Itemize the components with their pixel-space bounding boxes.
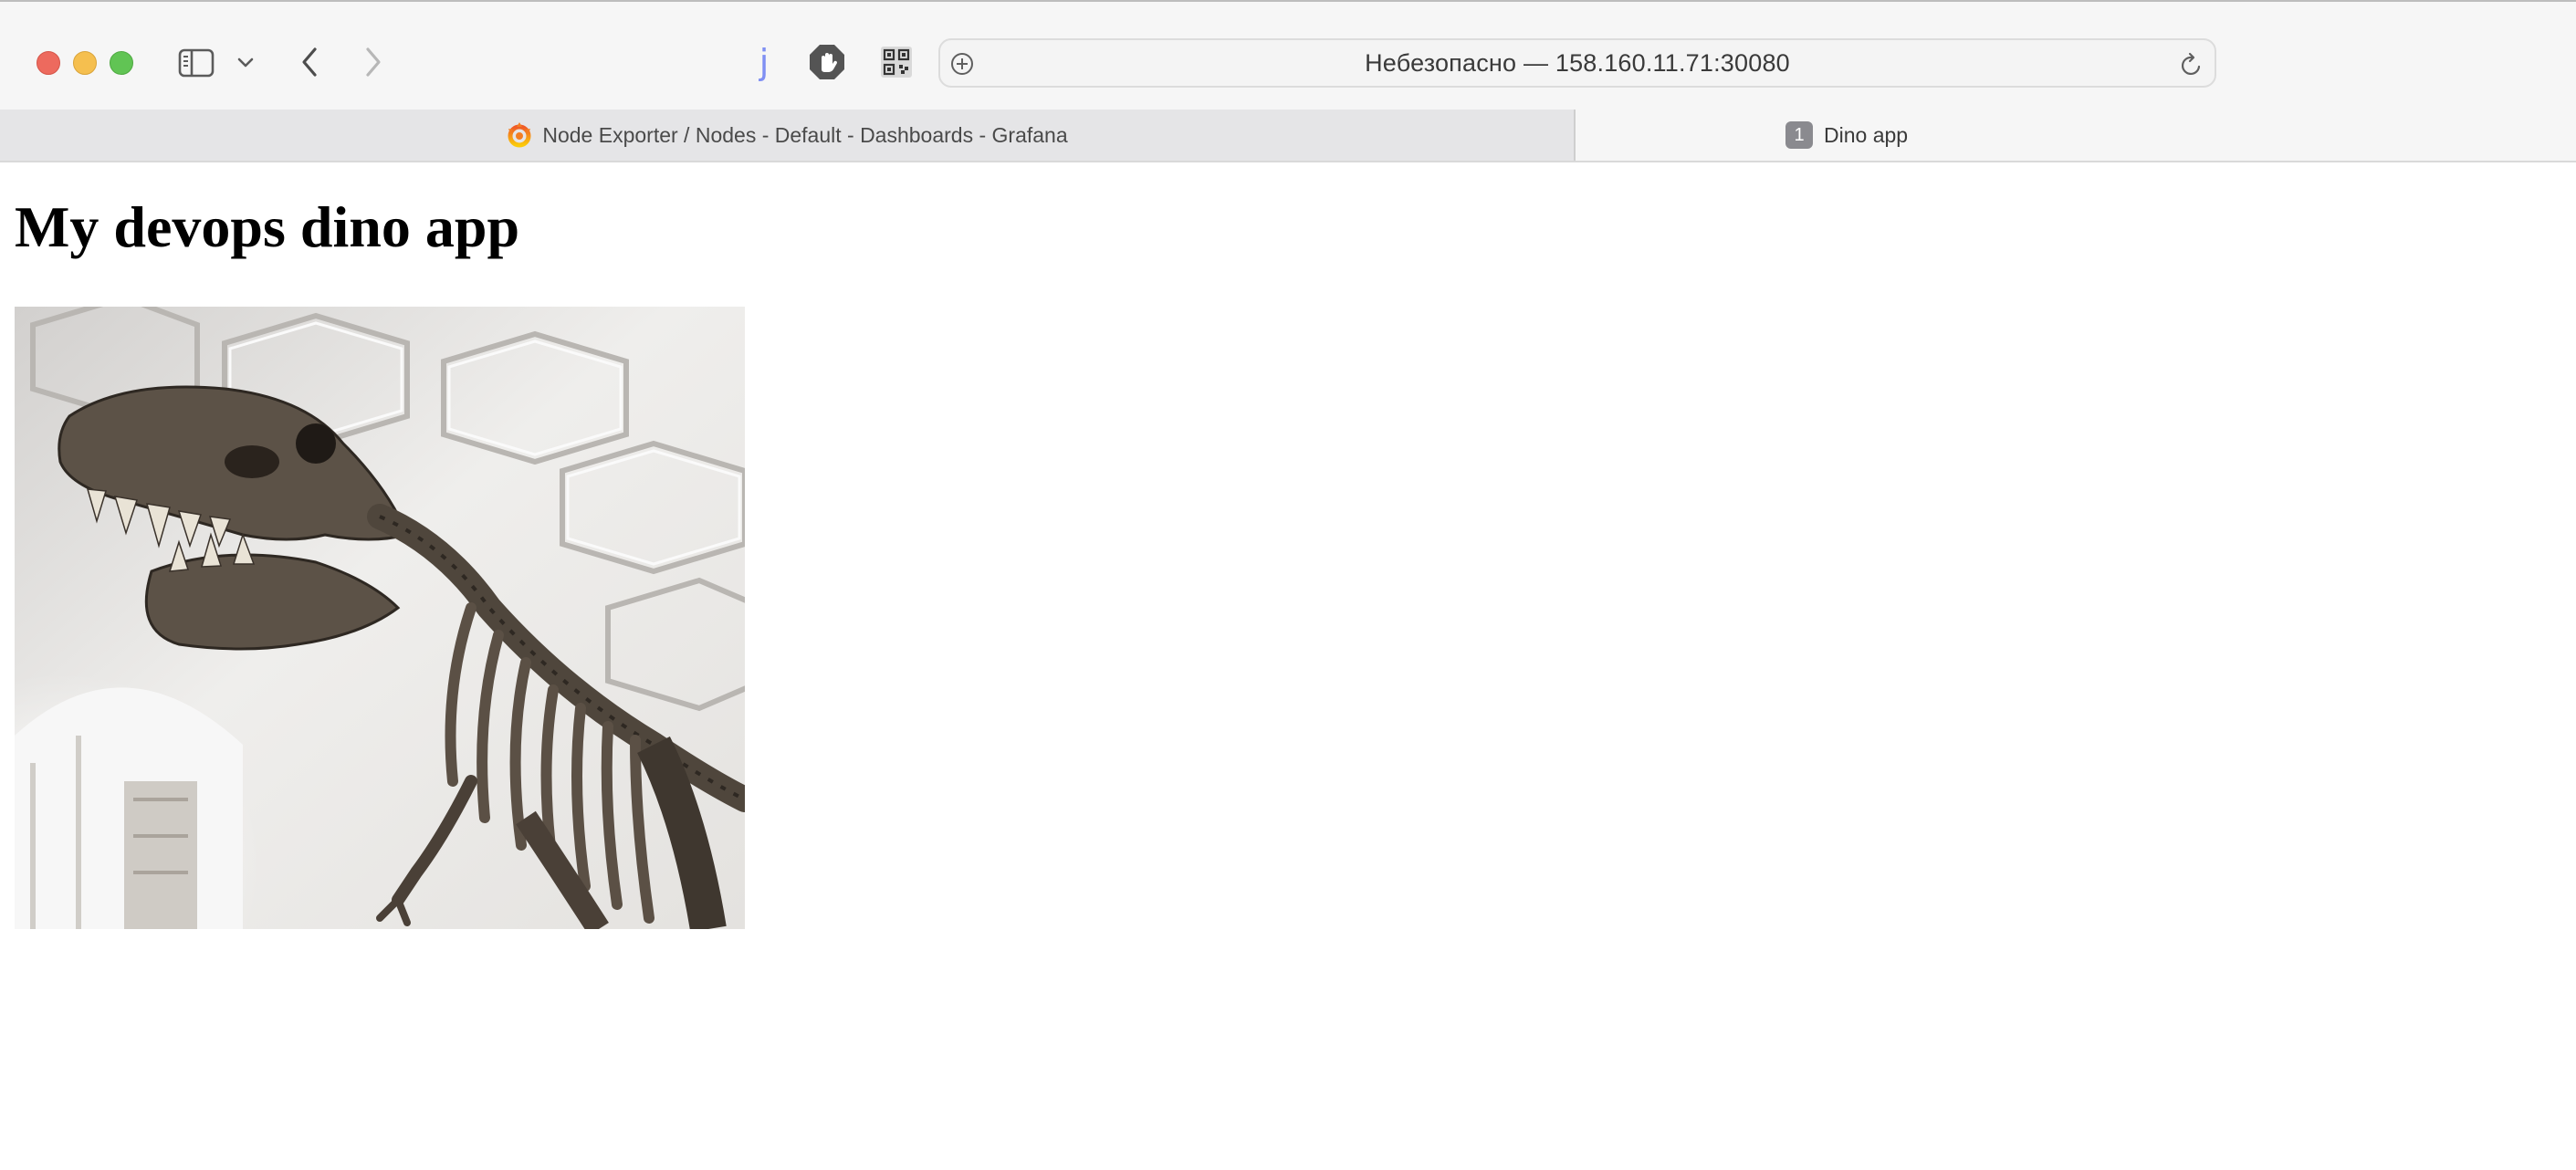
browser-toolbar: j Небезопасно — 158.160.11.71:30080 bbox=[0, 0, 2576, 110]
tab-badge: 1 bbox=[1785, 121, 1813, 149]
zoom-window-button[interactable] bbox=[110, 51, 133, 75]
address-bar[interactable]: Небезопасно — 158.160.11.71:30080 bbox=[938, 38, 2216, 88]
address-text: Небезопасно — 158.160.11.71:30080 bbox=[1365, 48, 1790, 77]
tab-label: Node Exporter / Nodes - Default - Dashbo… bbox=[542, 122, 1068, 147]
reload-icon[interactable] bbox=[2178, 51, 2205, 78]
t-rex-skeleton-image bbox=[15, 294, 766, 936]
tab-bar: Node Exporter / Nodes - Default - Dashbo… bbox=[0, 110, 2576, 162]
tab-dino-app[interactable]: 1 Dino app bbox=[1576, 110, 2576, 161]
close-window-button[interactable] bbox=[37, 51, 60, 75]
back-icon[interactable] bbox=[294, 44, 325, 80]
jsonview-extension-icon[interactable]: j bbox=[749, 40, 780, 84]
extension-letter: j bbox=[759, 42, 770, 82]
qr-code-extension-icon[interactable] bbox=[880, 46, 913, 78]
chevron-down-icon[interactable] bbox=[234, 53, 257, 73]
stop-hand-extension-icon[interactable] bbox=[809, 44, 845, 80]
minimize-window-button[interactable] bbox=[73, 51, 97, 75]
tab-grafana[interactable]: Node Exporter / Nodes - Default - Dashbo… bbox=[0, 110, 1576, 161]
tab-label: Dino app bbox=[1824, 122, 1909, 147]
grafana-icon bbox=[506, 121, 533, 149]
page-title: My devops dino app bbox=[15, 194, 520, 259]
forward-icon[interactable] bbox=[358, 44, 389, 80]
sidebar-icon[interactable] bbox=[173, 46, 219, 80]
